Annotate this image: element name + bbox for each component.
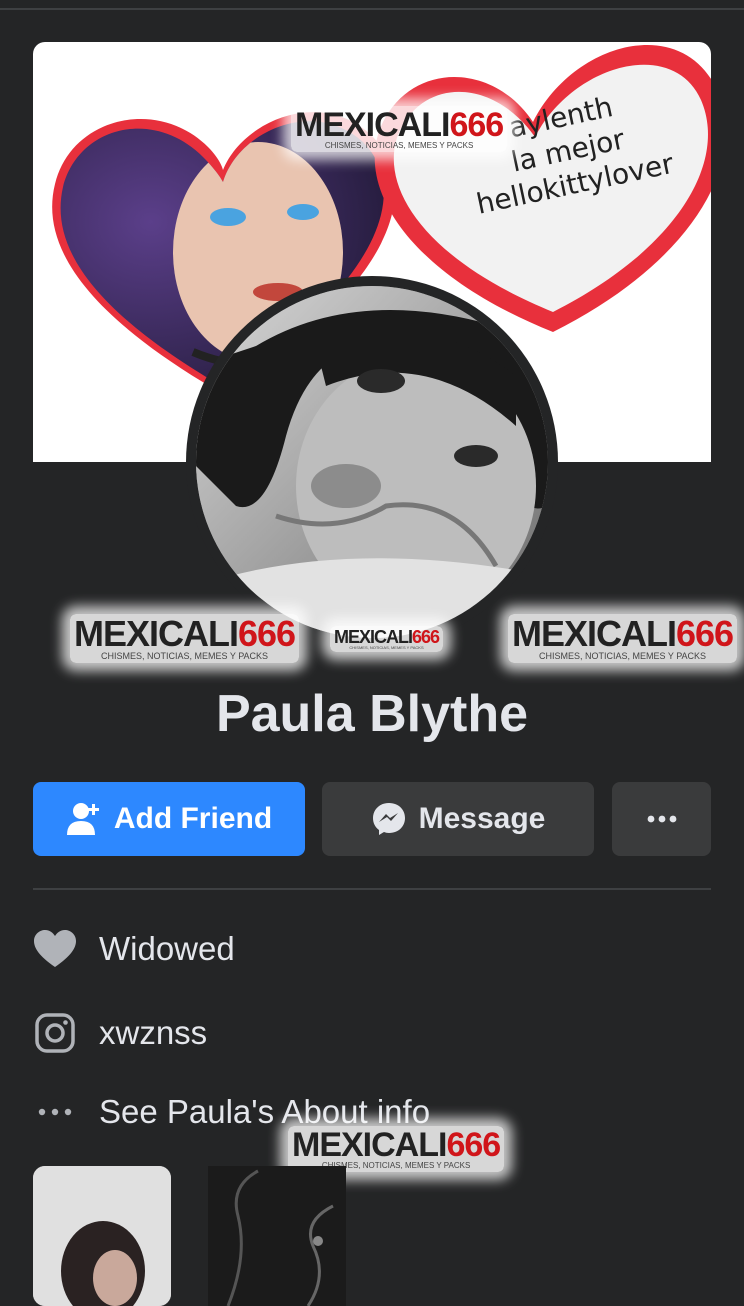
watermark: MEXICALI666 CHISMES, NOTICIAS, MEMES Y P… <box>70 614 300 663</box>
watermark: MEXICALI666 CHISMES, NOTICIAS, MEMES Y P… <box>291 106 508 152</box>
relationship-status: Widowed <box>99 930 235 967</box>
profile-name: Paula Blythe <box>215 685 529 743</box>
message-button[interactable]: Message <box>322 782 594 856</box>
message-label: Message <box>418 802 546 835</box>
top-divider <box>0 8 744 10</box>
add-friend-label: Add Friend <box>113 802 273 835</box>
info-relationship: Widowed <box>33 927 235 971</box>
photo-image <box>33 1166 171 1306</box>
section-divider <box>33 888 711 890</box>
instagram-handle: xwznss <box>99 1014 208 1051</box>
photo-thumbnail[interactable] <box>33 1166 171 1306</box>
messenger-icon <box>372 803 405 835</box>
add-friend-icon <box>66 803 99 835</box>
info-instagram[interactable]: xwznss <box>33 1011 207 1055</box>
heart-icon <box>33 927 77 971</box>
watermark: MEXICALI666 CHISMES, NOTICIAS, MEMES Y P… <box>508 614 738 663</box>
more-dots-icon <box>33 1090 77 1134</box>
more-dots-icon <box>647 815 676 823</box>
avatar-photo <box>196 286 548 638</box>
more-options-button[interactable] <box>612 782 711 856</box>
photo-image <box>208 1166 346 1306</box>
add-friend-button[interactable]: Add Friend <box>33 782 305 856</box>
photo-thumbnail[interactable] <box>208 1166 346 1306</box>
watermark: MEXICALI666 CHISMES, NOTICIAS, MEMES Y P… <box>330 626 444 652</box>
instagram-icon <box>33 1011 77 1055</box>
profile-avatar[interactable] <box>196 286 548 638</box>
